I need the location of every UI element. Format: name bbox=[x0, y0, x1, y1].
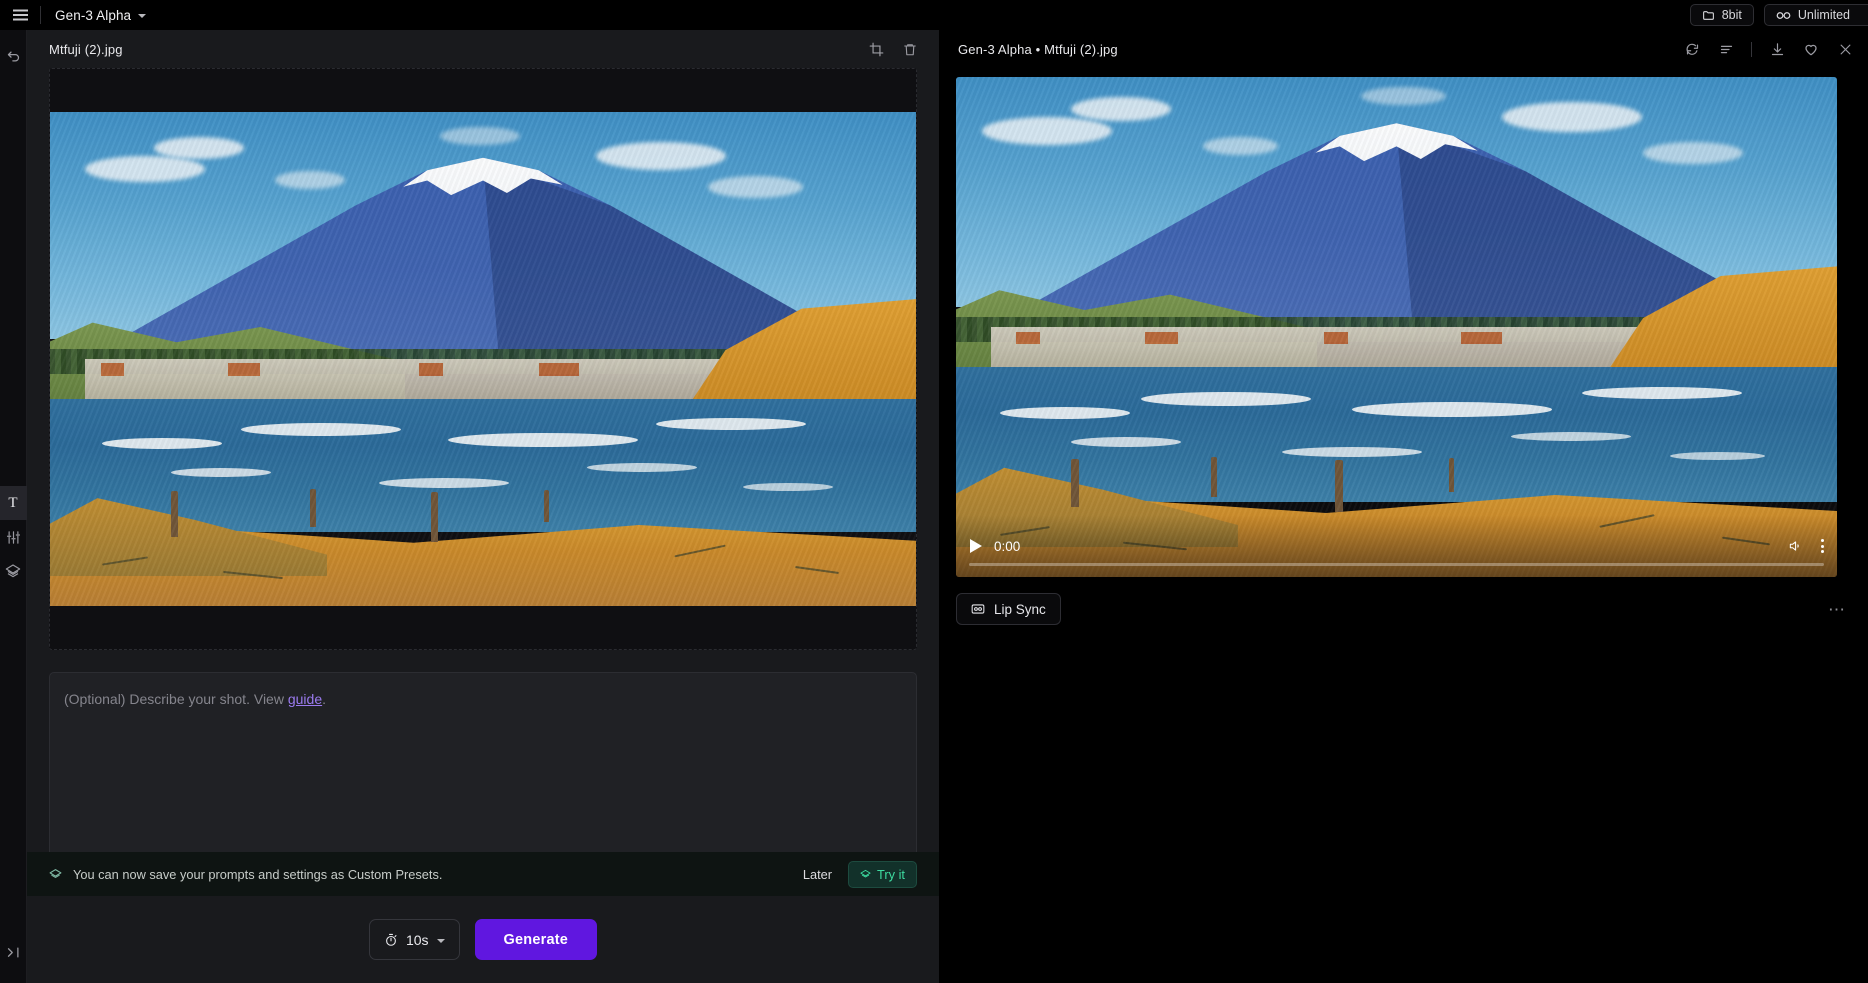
custom-presets-banner: You can now save your prompts and settin… bbox=[27, 852, 939, 896]
prompt-placeholder: (Optional) Describe your shot. View guid… bbox=[64, 690, 902, 710]
list-icon[interactable] bbox=[1717, 40, 1735, 58]
folder-badge-label: 8bit bbox=[1721, 8, 1742, 22]
crop-icon[interactable] bbox=[867, 40, 885, 58]
close-icon[interactable] bbox=[1836, 40, 1854, 58]
layers-icon bbox=[860, 869, 871, 880]
left-panel-header: Mtfuji (2).jpg bbox=[27, 30, 939, 68]
hamburger-icon[interactable] bbox=[0, 0, 40, 30]
prompt-placeholder-prefix: (Optional) Describe your shot. View bbox=[64, 691, 288, 707]
plan-badge-label: Unlimited bbox=[1797, 8, 1850, 22]
top-bar-right: 8bit Unlimited bbox=[1689, 0, 1868, 30]
volume-icon[interactable] bbox=[1787, 539, 1803, 553]
video-frame bbox=[956, 77, 1837, 577]
collapse-panel-icon[interactable] bbox=[0, 935, 27, 969]
player-controls: 0:00 bbox=[956, 515, 1837, 577]
canvas-letterbox-top bbox=[50, 69, 916, 112]
player-timestamp: 0:00 bbox=[994, 538, 1021, 554]
action-divider bbox=[1751, 41, 1752, 57]
play-icon[interactable] bbox=[969, 538, 983, 554]
lip-sync-button[interactable]: Lip Sync bbox=[956, 593, 1061, 625]
banner-try-it-label: Try it bbox=[877, 866, 905, 882]
left-panel-actions bbox=[867, 30, 919, 68]
sidebar-item-settings-tool[interactable] bbox=[0, 520, 27, 554]
generate-button[interactable]: Generate bbox=[474, 919, 598, 960]
lip-sync-icon bbox=[971, 603, 985, 615]
layers-icon bbox=[5, 563, 21, 579]
prompt-placeholder-suffix: . bbox=[322, 691, 326, 707]
chevron-down-icon bbox=[436, 938, 445, 943]
right-panel-header: Gen-3 Alpha • Mtfuji (2).jpg bbox=[940, 30, 1868, 68]
generation-title: Gen-3 Alpha • Mtfuji (2).jpg bbox=[958, 41, 1118, 57]
sidebar-item-layers-tool[interactable] bbox=[0, 554, 27, 588]
sliders-icon bbox=[6, 530, 21, 545]
refresh-icon[interactable] bbox=[1683, 40, 1701, 58]
source-image bbox=[50, 112, 916, 606]
download-icon[interactable] bbox=[1768, 40, 1786, 58]
post-actions-row: Lip Sync ⋯ bbox=[956, 593, 1852, 625]
layers-icon bbox=[49, 868, 62, 881]
trash-icon[interactable] bbox=[901, 40, 919, 58]
duration-value: 10s bbox=[405, 931, 429, 948]
image-canvas[interactable] bbox=[49, 68, 917, 650]
infinity-icon bbox=[1776, 10, 1791, 21]
chevron-down-icon bbox=[138, 14, 147, 18]
folder-icon bbox=[1702, 9, 1715, 22]
model-selector-label: Gen-3 Alpha bbox=[55, 7, 132, 23]
folder-badge[interactable]: 8bit bbox=[1689, 4, 1754, 26]
app-root: Gen-3 Alpha 8bit Unlimited T Mtfuji (2).… bbox=[0, 0, 1868, 983]
plan-badge[interactable]: Unlimited bbox=[1763, 4, 1868, 26]
left-rail: T bbox=[0, 30, 27, 983]
canvas-letterbox-bottom bbox=[50, 606, 916, 649]
stopwatch-icon bbox=[384, 933, 398, 947]
text-tool-glyph: T bbox=[8, 494, 18, 511]
heart-icon[interactable] bbox=[1802, 40, 1820, 58]
asset-filename: Mtfuji (2).jpg bbox=[49, 41, 123, 57]
model-selector[interactable]: Gen-3 Alpha bbox=[49, 5, 152, 26]
player-progress-bar[interactable] bbox=[969, 563, 1824, 566]
player-right-controls bbox=[1787, 539, 1824, 553]
undo-icon[interactable] bbox=[0, 39, 27, 73]
banner-later-button[interactable]: Later bbox=[791, 862, 844, 887]
top-bar: Gen-3 Alpha 8bit Unlimited bbox=[0, 0, 1868, 30]
banner-message: You can now save your prompts and settin… bbox=[73, 866, 443, 882]
overflow-menu-button[interactable]: ⋯ bbox=[1828, 601, 1852, 618]
generate-bar: 10s Generate bbox=[27, 896, 939, 983]
banner-try-it-button[interactable]: Try it bbox=[848, 860, 917, 888]
toolbar-divider bbox=[40, 6, 41, 24]
right-panel: Gen-3 Alpha • Mtfuji (2).jpg 0:00 Lip Sy… bbox=[940, 30, 1868, 983]
duration-selector[interactable]: 10s bbox=[368, 919, 460, 960]
lip-sync-label: Lip Sync bbox=[994, 601, 1046, 617]
prompt-input[interactable]: (Optional) Describe your shot. View guid… bbox=[49, 672, 917, 864]
kebab-menu-icon[interactable] bbox=[1821, 539, 1824, 553]
right-panel-actions bbox=[1683, 30, 1854, 68]
prompt-guide-link[interactable]: guide bbox=[288, 691, 322, 707]
video-player[interactable]: 0:00 bbox=[956, 77, 1837, 577]
left-panel: Mtfuji (2).jpg (Optional) Describe your … bbox=[27, 30, 940, 983]
sidebar-item-text-tool[interactable]: T bbox=[0, 486, 27, 520]
